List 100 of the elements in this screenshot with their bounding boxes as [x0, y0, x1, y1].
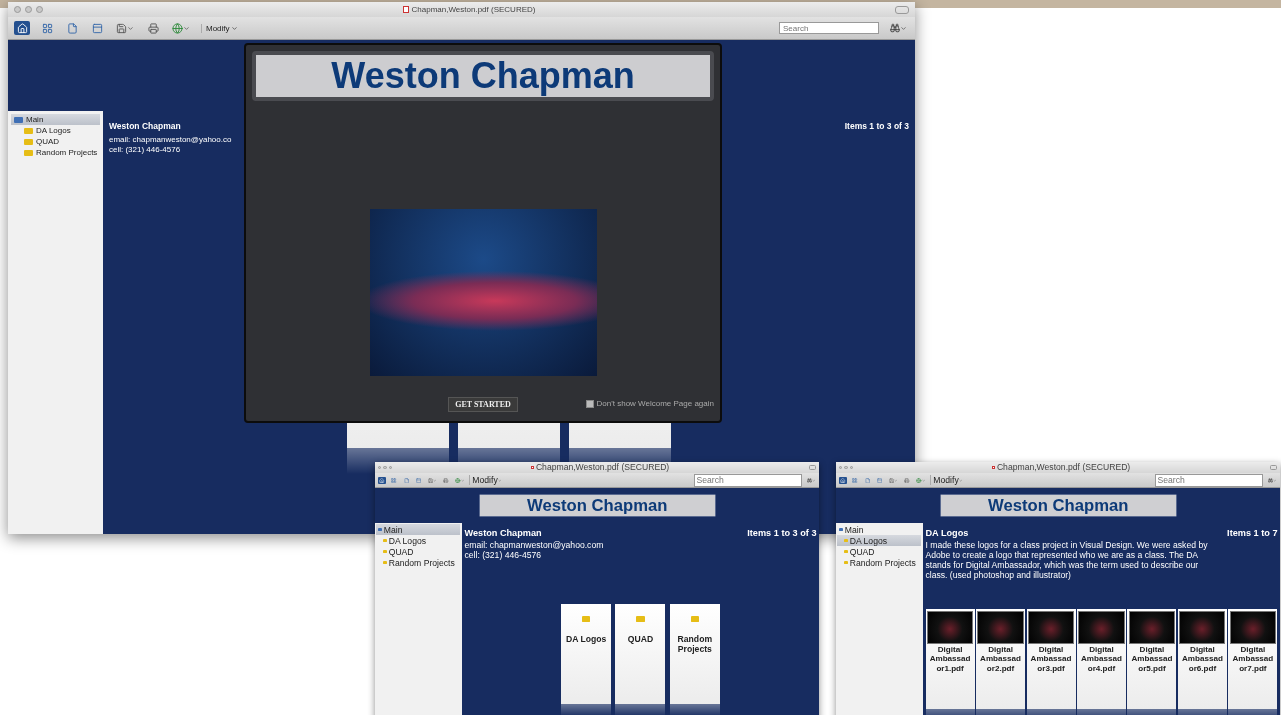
- home-button[interactable]: [377, 476, 386, 484]
- sidebar-item[interactable]: Random Projects: [837, 557, 922, 569]
- folder-icon: [843, 539, 849, 543]
- checkbox[interactable]: [585, 399, 594, 408]
- caret-icon: [183, 24, 190, 32]
- card-title: Digital Ambassador3.pdf: [1029, 645, 1073, 673]
- get-started-button[interactable]: GET STARTED: [448, 397, 518, 412]
- sidebar-label: Random Projects: [849, 557, 916, 568]
- folder-icon: [382, 550, 388, 554]
- item-count: Items 1 to 7: [1227, 527, 1278, 540]
- file-card[interactable]: Digital Ambassador2.pdf: [976, 609, 1026, 710]
- card-reflection: [615, 704, 666, 715]
- find-button[interactable]: [888, 21, 909, 35]
- print-icon: [147, 22, 159, 34]
- sidebar-label: QUAD: [36, 137, 60, 146]
- pdf-icon: [402, 6, 409, 13]
- sidebar-label: QUAD: [388, 546, 414, 557]
- folder-icon: [581, 616, 591, 622]
- folder-icon: [838, 528, 844, 532]
- title-banner: Weston Chapman: [252, 51, 714, 101]
- card-title: Digital Ambassador6.pdf: [1180, 645, 1224, 673]
- folder-icon: [377, 528, 383, 532]
- print-button[interactable]: [145, 21, 161, 35]
- globe-button[interactable]: [170, 21, 192, 35]
- sidebar-label: Main: [844, 524, 864, 535]
- sidebar-label: DA Logos: [388, 535, 427, 546]
- info-text: cell: (321) 446-4576: [464, 550, 543, 561]
- sidebar-item[interactable]: Main: [11, 114, 100, 125]
- caret-icon: [900, 24, 907, 32]
- file-card[interactable]: Digital Ambassador5.pdf: [1127, 609, 1177, 710]
- home-button[interactable]: [14, 21, 30, 35]
- card-title: Digital Ambassador1.pdf: [928, 645, 972, 673]
- sidebar-item[interactable]: Main: [837, 524, 922, 536]
- save-button[interactable]: [114, 21, 136, 35]
- toolbar-toggle-button[interactable]: [1269, 465, 1278, 471]
- sidebar-label: Random Projects: [36, 148, 98, 157]
- title-banner: Weston Chapman: [939, 493, 1177, 518]
- folder-icon: [843, 550, 849, 554]
- globe-icon: [172, 22, 183, 34]
- window-title: Chapman,Weston.pdf (SECURED): [996, 462, 1131, 473]
- window-title: Chapman,Weston.pdf (SECURED): [535, 462, 670, 473]
- card-reflection: [561, 704, 612, 715]
- search-field[interactable]: Search: [1155, 473, 1263, 487]
- sidebar-item[interactable]: Random Projects: [376, 557, 461, 569]
- logo-thumbnail: [977, 611, 1024, 644]
- sidebar-item[interactable]: DA Logos: [11, 125, 100, 136]
- sidebar-item[interactable]: DA Logos: [837, 535, 922, 547]
- info-text: cell: (321) 446-4576: [109, 145, 182, 154]
- grid-icon: [41, 22, 53, 34]
- folder-card[interactable]: QUAD: [615, 604, 666, 705]
- file-card[interactable]: Digital Ambassador4.pdf: [1076, 609, 1126, 710]
- folder-icon: [843, 561, 849, 565]
- sidebar-item[interactable]: Main: [376, 524, 461, 536]
- section-title: Weston Chapman: [464, 527, 543, 538]
- home-button[interactable]: [838, 476, 847, 484]
- card-title: Digital Ambassador2.pdf: [979, 645, 1022, 673]
- sidebar-item[interactable]: QUAD: [376, 546, 461, 558]
- info-text: email: chapmanweston@yahoo.co: [109, 135, 232, 144]
- card-title: Digital Ambassador7.pdf: [1231, 645, 1275, 673]
- sidebar-item[interactable]: QUAD: [11, 136, 100, 147]
- sidebar-item[interactable]: Random Projects: [11, 147, 100, 158]
- search-field[interactable]: Search: [779, 22, 879, 34]
- folder-icon: [382, 561, 388, 565]
- binoculars-icon: [890, 23, 900, 33]
- pdf-icon: [531, 465, 535, 470]
- card-reflection: [669, 704, 720, 715]
- section-title: Weston Chapman: [109, 121, 182, 131]
- logo-thumbnail: [927, 611, 974, 644]
- file-card[interactable]: Digital Ambassador7.pdf: [1228, 609, 1278, 710]
- logo-thumbnail: [1027, 611, 1075, 644]
- folder-card[interactable]: Random Projects: [669, 604, 720, 705]
- search-field[interactable]: Search: [694, 473, 802, 487]
- card-title: DA Logos: [565, 634, 607, 645]
- info-text: I made these logos for a class project in Visual Design. We were asked by Adobe to create a logo that represented who we are as a class. The DA stands for Digital Ambassador, which was the term used to describe our class. (used photoshop and illustrator): [925, 539, 1209, 580]
- toolbar-toggle-button[interactable]: [895, 5, 909, 14]
- modify-menu[interactable]: Modify: [469, 475, 504, 486]
- home-icon: [16, 22, 28, 34]
- logo-thumbnail: [1078, 611, 1125, 644]
- folder-icon: [690, 616, 699, 622]
- card-title: Random Projects: [676, 634, 714, 655]
- sidebar-label: Random Projects: [388, 557, 455, 568]
- sidebar-label: Main: [383, 524, 403, 535]
- modify-menu[interactable]: Modify: [930, 475, 965, 486]
- file-card[interactable]: Digital Ambassador1.pdf: [925, 609, 975, 710]
- section-title: DA Logos: [925, 527, 970, 538]
- window-title: Chapman,Weston.pdf (SECURED): [411, 4, 536, 15]
- info-text: email: chapmanweston@yahoo.com: [464, 539, 604, 550]
- page-icon: [66, 22, 78, 34]
- sidebar-item[interactable]: QUAD: [837, 546, 922, 558]
- modify-menu[interactable]: Modify: [201, 23, 242, 33]
- logo-thumbnail: [1179, 611, 1226, 644]
- folder-card[interactable]: DA Logos: [561, 604, 612, 705]
- folder-icon: [636, 616, 645, 622]
- caret-icon: [127, 24, 134, 32]
- file-card[interactable]: Digital Ambassador3.pdf: [1026, 609, 1076, 710]
- toolbar-toggle-button[interactable]: [808, 465, 817, 471]
- sidebar-item[interactable]: DA Logos: [376, 535, 461, 547]
- sidebar-label: DA Logos: [849, 535, 888, 546]
- file-card[interactable]: Digital Ambassador6.pdf: [1177, 609, 1227, 710]
- item-count: Items 1 to 3 of 3: [747, 527, 817, 540]
